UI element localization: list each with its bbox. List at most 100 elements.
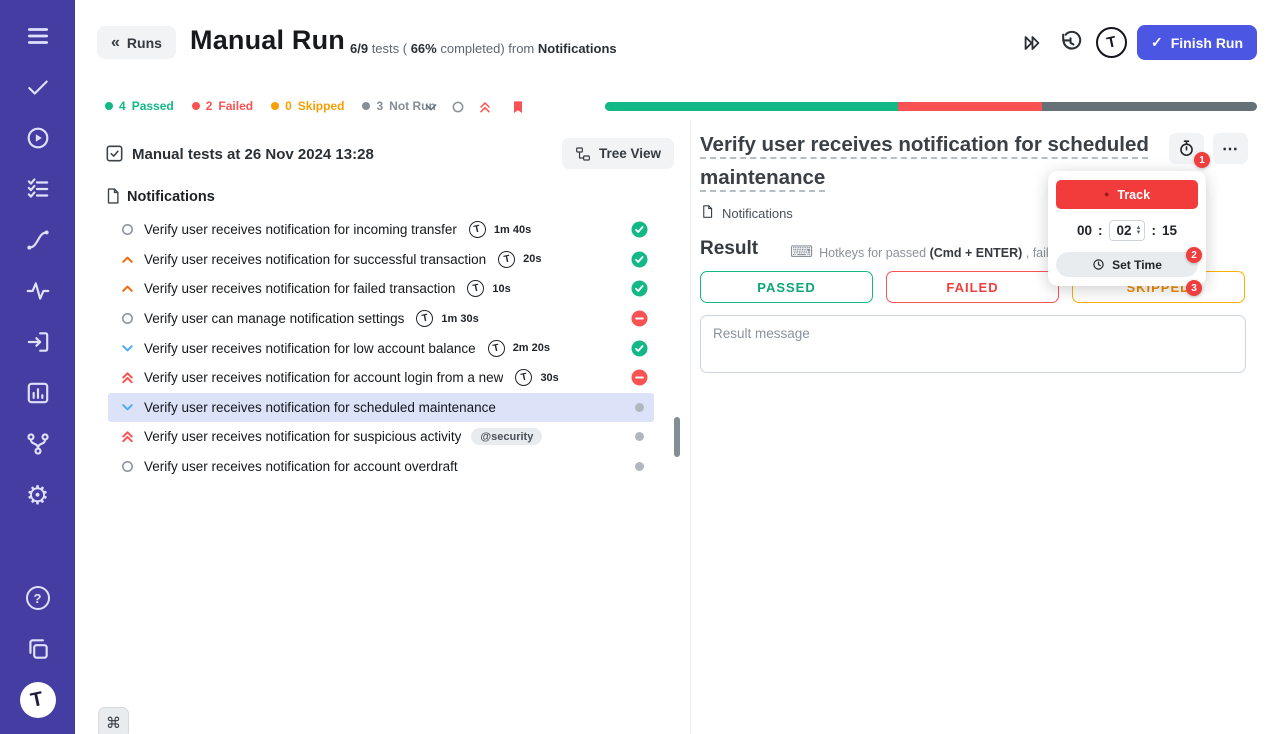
record-dot-icon: ● [1103,189,1110,199]
suite-group-title[interactable]: Notifications [127,189,215,205]
test-title: Verify user receives notification for su… [144,251,487,267]
help-icon[interactable]: ? [18,578,58,618]
test-row[interactable]: Verify user receives notification for ac… [108,452,654,482]
minutes-value: 02 [1116,223,1132,238]
status-notrun-icon [631,428,648,445]
priority-critical-icon [120,370,135,385]
result-message-input[interactable] [700,315,1246,373]
finish-run-button[interactable]: ✓ Finish Run [1137,25,1257,60]
hamburger-menu-icon[interactable] [18,16,58,56]
status-passed-icon [631,221,648,238]
check-icon[interactable] [18,67,58,107]
vertical-scrollbar[interactable] [674,417,680,457]
file-icon [700,204,715,222]
tour-badge-1: 1 [1194,152,1210,168]
test-row[interactable]: Verify user receives notification for su… [108,245,654,275]
status-passed-icon [631,251,648,268]
progress-passed-segment [605,102,899,111]
breadcrumb[interactable]: Notifications [700,204,793,222]
test-row[interactable]: Verify user receives notification for ac… [108,363,654,393]
status-failed-icon [631,369,648,386]
test-duration: 10s [492,282,511,295]
test-duration: 1m 30s [441,312,479,325]
tree-icon [576,146,590,161]
result-heading: Result [700,238,759,259]
gear-icon[interactable]: ⚙ [18,475,58,515]
track-button[interactable]: ● Track [1056,180,1198,209]
failed-dot-icon [191,102,200,110]
runs-label: Runs [126,34,162,51]
status-passed-icon [631,280,648,297]
test-row[interactable]: Verify user receives notification for in… [108,215,654,245]
more-options-button[interactable]: ⋯ [1213,133,1248,164]
test-title: Verify user receives notification for ac… [144,459,458,475]
seconds-value[interactable]: 15 [1162,223,1177,238]
timer-popup: ● Track 00 : 02 ▲ ▼ : 15 Set Time [1048,171,1206,286]
test-title: Verify user receives notification for fa… [144,281,456,297]
test-title: Verify user receives notification for su… [144,429,462,445]
tests-fraction: 6/9 [350,41,369,56]
test-row[interactable]: Verify user can manage notification sett… [108,304,654,334]
passed-dot-icon [105,102,113,110]
run-progress-bar [605,102,1257,111]
run-progress-summary: 6/9 tests ( 66% completed) from Notifica… [350,41,617,56]
tree-view-button[interactable]: Tree View [562,138,675,169]
test-row-selected[interactable]: Verify user receives notification for sc… [108,392,654,423]
status-summary: 4 Passed 2 Failed 0 Skipped 3 Not Run [105,99,436,113]
import-icon[interactable] [18,322,58,362]
page-title: Manual Run [190,25,345,55]
status-failed-icon [631,310,648,327]
circle-filter-icon[interactable] [449,98,467,116]
tour-badge-3: 3 [1186,280,1202,296]
bookmark-flag-icon[interactable] [509,98,527,116]
spin-down-icon[interactable]: ▼ [1136,230,1142,236]
test-row[interactable]: Verify user receives notification for su… [108,422,654,452]
app-root: ⚙ ? T « Runs Manual Run 6/9 tests ( 66% … [0,0,1280,734]
test-title: Verify user receives notification for lo… [144,340,476,356]
app-logo-icon[interactable]: T [18,680,58,720]
tour-badge-2: 2 [1186,247,1202,263]
percent-complete: 66% [410,41,437,56]
hours-value[interactable]: 00 [1077,223,1092,238]
testomat-logo-icon: T [416,310,434,328]
panel-divider [690,120,691,734]
status-notrun-icon [631,458,648,475]
play-circle-icon[interactable] [18,118,58,158]
passed-button[interactable]: PASSED [700,271,873,303]
failed-button[interactable]: FAILED [886,271,1059,303]
test-duration: 2m 20s [512,342,550,355]
test-row[interactable]: Verify user receives notification for lo… [108,333,654,363]
clipboard-check-icon [104,143,125,169]
test-title: Verify user receives notification for ac… [144,370,504,386]
clock-icon [1093,259,1104,270]
projects-copy-icon[interactable] [18,629,58,669]
priority-critical-icon [120,429,135,444]
back-to-runs-button[interactable]: « Runs [97,26,176,59]
test-list: Verify user receives notification for in… [108,215,654,481]
priority-low-icon [120,341,135,356]
testomat-logo-icon: T [515,369,533,387]
chevron-down-icon[interactable] [422,98,440,116]
skipped-dot-icon [271,102,280,110]
double-chevron-up-icon[interactable] [476,98,494,116]
pulse-icon[interactable] [18,271,58,311]
notrun-dot-icon [362,102,371,110]
test-duration: 1m 40s [493,223,532,236]
status-notrun-icon [631,399,648,416]
fast-forward-icon[interactable] [1021,32,1043,54]
ellipsis-icon: ⋯ [1222,140,1239,158]
minutes-stepper[interactable]: 02 ▲ ▼ [1108,220,1146,241]
priority-high-icon [120,281,135,296]
history-retry-icon[interactable] [1058,30,1083,55]
testomat-logo-icon: T [487,339,505,357]
priority-low-icon [120,400,135,415]
bar-chart-icon[interactable] [18,373,58,413]
check-icon: ✓ [1150,34,1163,50]
test-row[interactable]: Verify user receives notification for fa… [108,274,654,304]
brand-logo-icon[interactable]: T [1096,27,1127,58]
branch-icon[interactable] [18,424,58,464]
steps-curve-icon[interactable] [18,220,58,260]
set-time-button[interactable]: Set Time [1056,252,1198,277]
command-palette-button[interactable]: ⌘ [98,707,129,734]
checklist-icon[interactable] [18,169,58,209]
